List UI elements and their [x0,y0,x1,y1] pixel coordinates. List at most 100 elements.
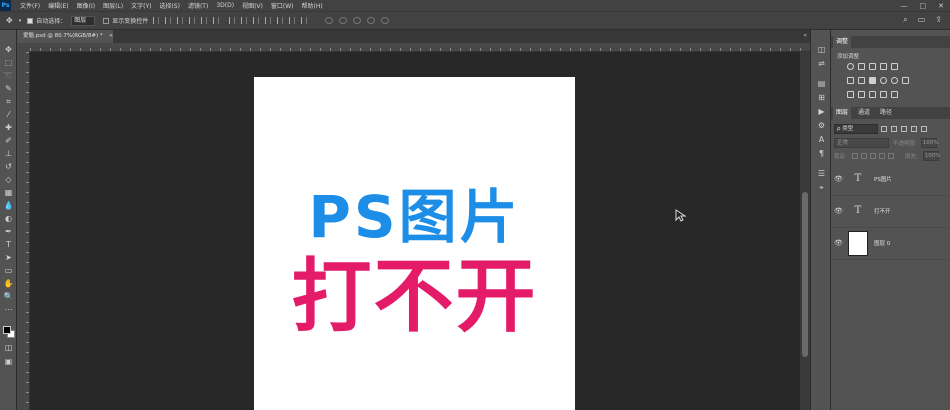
zoom-tool-icon[interactable]: 🔍 [3,291,14,302]
quick-mask-icon[interactable]: ◫ [3,342,14,353]
visibility-eye-icon[interactable]: 👁 [834,207,843,215]
menu-window[interactable]: 窗口(W) [271,1,294,10]
blur-tool-icon[interactable]: 💧 [3,200,14,211]
move-tool-icon[interactable]: ✥ [6,16,13,25]
filter-smart-icon[interactable] [921,126,927,132]
clone-stamp-icon[interactable]: ⊥ [3,148,14,159]
screen-mode-icon[interactable]: ▣ [3,356,14,367]
menu-select[interactable]: 选择(S) [159,1,180,10]
3d-scale-icon[interactable] [381,17,390,24]
swatches-panel-icon[interactable]: ⊞ [816,92,827,103]
distribute-hcenter-icon[interactable] [277,17,284,24]
distribute-bottom-icon[interactable] [253,17,260,24]
distribute-top-icon[interactable] [229,17,236,24]
share-icon[interactable]: ⇪ [935,15,942,25]
document-canvas[interactable]: PS图片 打不开 [254,77,575,410]
type-tool-icon[interactable]: T [3,239,14,250]
pen-tool-icon[interactable]: ✒ [3,226,14,237]
path-select-icon[interactable]: ➤ [3,252,14,263]
align-top-icon[interactable] [153,17,160,24]
opacity-input[interactable]: 100% [920,138,939,148]
quick-select-tool-icon[interactable]: ✎ [3,83,14,94]
lock-image-icon[interactable] [860,153,867,159]
history-brush-icon[interactable]: ↺ [3,161,14,172]
auto-align-icon[interactable] [301,17,308,24]
actions-play-icon[interactable]: ▶ [816,106,827,117]
layer-row[interactable]: 👁 图层 0 [831,228,950,260]
hue-saturation-icon[interactable] [847,77,854,84]
shape-tool-icon[interactable]: ▭ [3,265,14,276]
hand-tool-icon[interactable]: ✋ [3,278,14,289]
gradient-tool-icon[interactable]: ▦ [3,187,14,198]
filter-shape-icon[interactable] [911,126,917,132]
color-balance-icon[interactable] [858,77,865,84]
auto-select-dropdown[interactable]: 图层 [71,15,96,26]
lock-transparent-icon[interactable] [851,153,858,159]
show-transform-checkbox[interactable] [103,17,110,24]
close-tab-icon[interactable]: × [109,33,114,39]
3d-roll-icon[interactable] [339,17,348,24]
eraser-tool-icon[interactable]: ◇ [3,174,14,185]
timeline-panel-icon[interactable]: ☰ [816,168,827,179]
align-left-icon[interactable] [189,17,196,24]
channel-mixer-icon[interactable] [891,77,898,84]
text-layer-ps-picture[interactable]: PS图片 [254,185,575,249]
tab-paths[interactable]: 路径 [877,107,895,119]
foreground-color-swatch[interactable] [3,326,11,334]
brush-tool-icon[interactable]: ✐ [3,135,14,146]
visibility-eye-icon[interactable]: 👁 [834,239,843,247]
gradient-map-icon[interactable] [880,91,887,98]
distribute-vcenter-icon[interactable] [241,17,248,24]
photo-filter-icon[interactable] [880,77,887,84]
3d-slide-icon[interactable] [367,17,376,24]
align-vcenter-icon[interactable] [165,17,172,24]
menu-edit[interactable]: 编辑(E) [48,1,68,10]
selective-color-icon[interactable] [891,91,898,98]
menu-view[interactable]: 视图(V) [242,1,263,10]
move-tool-icon[interactable]: ✥ [3,44,14,55]
auto-select-checkbox[interactable] [27,17,34,24]
posterize-icon[interactable] [858,91,865,98]
maximize-icon[interactable]: □ [920,2,927,10]
libraries-panel-icon[interactable]: ▤ [816,78,827,89]
close-icon[interactable]: ✕ [938,2,944,10]
lasso-tool-icon[interactable]: ➰ [3,70,14,81]
horizontal-ruler[interactable] [30,43,810,52]
lock-all-icon[interactable] [887,153,894,159]
character-panel-icon[interactable]: A [816,134,827,145]
marquee-tool-icon[interactable]: ⬚ [3,57,14,68]
tab-adjustments[interactable]: 调整 [833,36,852,48]
black-white-icon[interactable] [869,77,876,84]
exposure-icon[interactable] [880,63,887,70]
crop-tool-icon[interactable]: ⌗ [3,96,14,107]
layer-row[interactable]: 👁 T PS图片 [831,164,950,196]
properties-panel-icon[interactable]: ⇌ [816,58,827,69]
align-bottom-icon[interactable] [177,17,184,24]
eyedropper-tool-icon[interactable]: ⁄ [3,109,14,120]
vertical-scrollbar[interactable] [800,52,810,410]
curves-icon[interactable] [869,63,876,70]
menu-image[interactable]: 图像(I) [77,1,95,10]
document-tab[interactable]: 爱魁.psd @ 80.7%(RGB/8#) * × [17,30,113,43]
dodge-tool-icon[interactable]: ◐ [3,213,14,224]
workspace-icon[interactable]: ▭ [918,15,926,25]
align-hcenter-icon[interactable] [201,17,208,24]
color-lookup-icon[interactable] [902,77,909,84]
photoshop-logo-icon[interactable]: Ps [0,0,11,11]
layer-filter-dropdown[interactable]: ρ 类型 [834,124,878,134]
levels-icon[interactable] [858,63,865,70]
collapse-panels-icon[interactable]: « [803,32,807,39]
fill-input[interactable]: 100% [922,151,940,161]
brush-settings-icon[interactable]: ⌖ [816,182,827,193]
filter-adjustment-icon[interactable] [891,126,897,132]
chevron-down-icon[interactable]: ▾ [19,18,22,24]
distribute-right-icon[interactable] [289,17,296,24]
search-icon[interactable]: ⌕ [903,15,907,25]
scrollbar-thumb[interactable] [802,192,808,357]
tab-channels[interactable]: 通道 [855,107,873,119]
menu-3d[interactable]: 3D(D) [216,2,234,9]
vertical-ruler[interactable] [17,43,30,410]
paragraph-panel-icon[interactable]: ¶ [816,148,827,159]
canvas-area[interactable]: PS图片 打不开 [30,52,800,410]
lock-position-icon[interactable] [869,153,876,159]
